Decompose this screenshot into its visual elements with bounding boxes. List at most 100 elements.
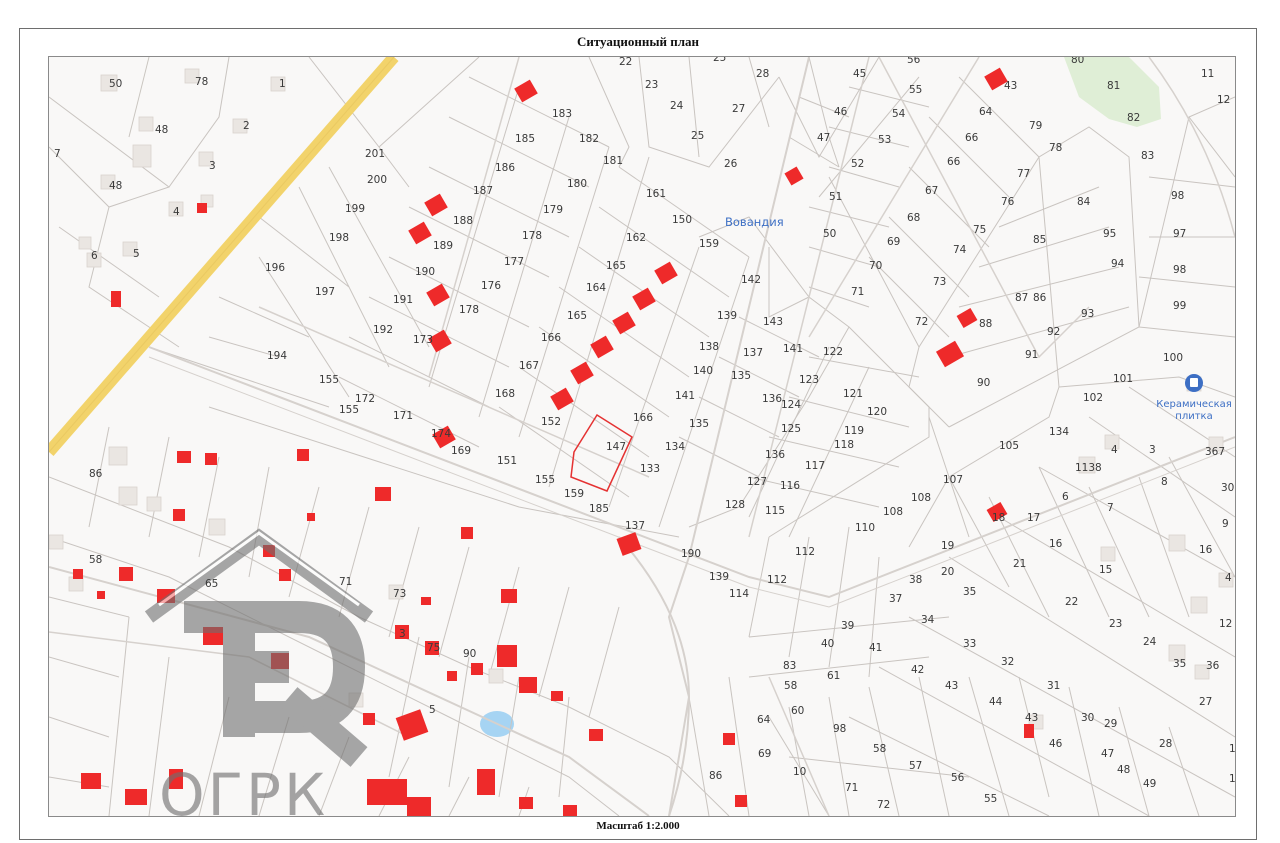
plot-number-label: 60 [791, 705, 804, 717]
plot-number-label: 50 [109, 78, 122, 90]
plot-number-label: 7 [54, 148, 61, 160]
plot-number-label: 12 [1217, 94, 1230, 106]
plot-number-label: 187 [473, 185, 493, 197]
plot-number-label: 35 [1173, 658, 1186, 670]
plot-number-label: 56 [907, 57, 921, 66]
plot-number-label: 64 [979, 106, 993, 118]
plot-number-label: 95 [1103, 228, 1116, 240]
page-title: Ситуационный план [576, 34, 700, 49]
plot-number-label: 108 [911, 492, 931, 504]
plot-number-label: 85 [1033, 234, 1046, 246]
plot-number-label: 49 [1143, 778, 1156, 790]
plot-number-label: 134 [665, 441, 685, 453]
plot-number-label: 167 [519, 360, 539, 372]
plot-number-label: 25 [691, 130, 704, 142]
plot-number-label: 39 [841, 620, 854, 632]
plot-number-label: 71 [851, 286, 864, 298]
plot-number-label: 169 [451, 445, 471, 457]
situational-map[interactable]: ОГРК Керамическая плитка Вовандия 50 78 14… [49, 57, 1235, 816]
plot-number-label: 51 [829, 191, 842, 203]
plot-number-label: 30 [1081, 712, 1094, 724]
plot-number-label: 98 [833, 723, 846, 735]
plot-number-label: 199 [345, 203, 365, 215]
plot-number-label: 45 [853, 68, 866, 80]
plot-number-label: 174 [431, 428, 451, 440]
plot-number-label: 19 [941, 540, 954, 552]
plot-number-label: 166 [633, 412, 653, 424]
plot-number-label: 139 [709, 571, 729, 583]
plot-number-label: 133 [640, 463, 660, 475]
plot-number-label: 40 [821, 638, 834, 650]
plot-number-label: 114 [729, 588, 749, 600]
plot-number-label: 190 [415, 266, 435, 278]
plot-number-label: 48 [109, 180, 122, 192]
plot-number-label: 161 [646, 188, 666, 200]
plot-number-label: 36 [1206, 660, 1220, 672]
plot-number-label: 136 [765, 449, 785, 461]
plot-number-label: 78 [1049, 142, 1062, 154]
plot-number-label: 180 [567, 178, 587, 190]
plot-number-label: 191 [393, 294, 413, 306]
plot-number-label: 118 [834, 439, 854, 451]
tile-shop-poi[interactable]: Керамическая плитка [1156, 374, 1232, 422]
plot-number-label: 98 [1173, 264, 1186, 276]
plot-number-label: 162 [626, 232, 646, 244]
plot-number-label: 24 [1143, 636, 1157, 648]
plot-number-label: 155 [339, 404, 359, 416]
plot-number-label: 110 [855, 522, 875, 534]
plot-number-label: 122 [823, 346, 843, 358]
plot-number-label: 71 [339, 576, 352, 588]
plot-number-label: 46 [1049, 738, 1063, 750]
plot-number-label: 27 [732, 103, 745, 115]
selected-plot-147[interactable] [570, 413, 633, 492]
plot-number-label: 185 [589, 503, 609, 515]
plot-number-label: 143 [763, 316, 783, 328]
plot-number-label: 90 [463, 648, 476, 660]
plot-number-label: 69 [887, 236, 900, 248]
plot-number-label: 68 [907, 212, 920, 224]
plot-number-label: 155 [319, 374, 339, 386]
plot-number-label: 48 [1117, 764, 1130, 776]
plot-number-label: 66 [947, 156, 961, 168]
plot-number-label: 34 [921, 614, 935, 626]
plot-number-label: 46 [834, 106, 848, 118]
plot-number-label: 177 [504, 256, 524, 268]
plot-number-label: 17 [1027, 512, 1040, 524]
poi-label-line2: плитка [1175, 411, 1212, 422]
map-frame[interactable]: ОГРК Керамическая плитка Вовандия 50 78 1 4… [48, 56, 1236, 817]
plot-number-label: 66 [965, 132, 979, 144]
plot-number-label: 107 [943, 474, 963, 486]
plot-number-label: 200 [367, 174, 387, 186]
plot-number-label: 134 [1049, 426, 1069, 438]
plot-number-label: 137 [625, 520, 645, 532]
plot-number-label: 127 [747, 476, 767, 488]
plot-number-label: 115 [765, 505, 785, 517]
plot-number-label: 197 [315, 286, 335, 298]
plot-number-label: 53 [878, 134, 891, 146]
plot-number-label: 183 [552, 108, 572, 120]
plot-number-label: 6 [91, 250, 98, 262]
plot-number-label: 164 [586, 282, 606, 294]
plot-number-label: 166 [541, 332, 561, 344]
plot-number-label: 23 [645, 79, 658, 91]
plot-number-label: 185 [515, 133, 535, 145]
plot-number-label: 121 [843, 388, 863, 400]
plot-number-label: 139 [717, 310, 737, 322]
plot-number-label: 97 [1173, 228, 1186, 240]
plot-number-label: 1138 [1075, 462, 1102, 474]
plot-number-label: 3 [399, 628, 406, 640]
plot-number-label: 123 [799, 374, 819, 386]
plot-number-label: 69 [758, 748, 771, 760]
plot-number-label: 100 [1163, 352, 1183, 364]
plot-number-label: 38 [909, 574, 922, 586]
street-label: Вовандия [725, 215, 784, 229]
plot-number-label: 9 [1222, 518, 1229, 530]
plot-number-label: 147 [606, 441, 626, 453]
plot-number-label: 120 [867, 406, 887, 418]
plot-number-label: 155 [535, 474, 555, 486]
plot-number-label: 94 [1111, 258, 1125, 270]
plot-number-label: 125 [781, 423, 801, 435]
plot-number-label: 35 [963, 586, 976, 598]
plot-number-label: 74 [953, 244, 967, 256]
plot-number-label: 67 [925, 185, 938, 197]
